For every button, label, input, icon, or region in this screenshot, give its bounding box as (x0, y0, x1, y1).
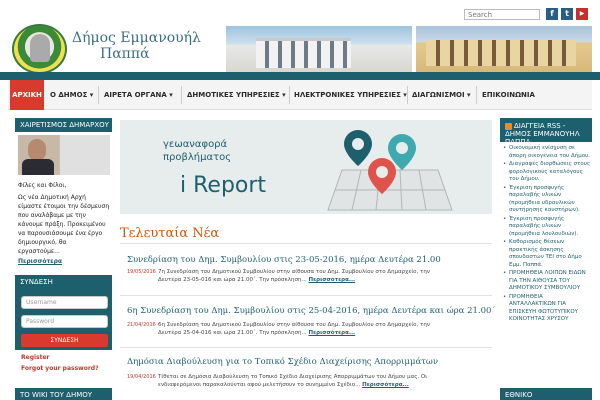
rss-item[interactable]: Καθορισμός θέσεων πρακτικής άσκησης σπου… (503, 239, 591, 269)
mayor-greeting-text: Φίλες και Φίλοι, Ως νέα Δημοτική Αρχή εί… (18, 181, 110, 266)
login-heading: ΣΥΝΔΕΣΗ (15, 275, 112, 289)
rss-item[interactable]: Έγκριση προσφυγής παραλαβής υλικών (προμ… (503, 216, 591, 239)
nav-separator (407, 86, 408, 104)
divider (120, 243, 492, 244)
nav-contact[interactable]: ΕΠΙΚΟΙΝΩΝΙΑ (482, 80, 535, 110)
nav-separator (476, 86, 477, 104)
nav-municipality[interactable]: Ο ΔΗΜΟΣ ▾ (50, 80, 93, 110)
banner-subtitle-line2: προβλήματος (163, 152, 232, 163)
password-input[interactable]: Password (21, 315, 108, 328)
map-pins-icon (327, 130, 453, 211)
mayor-greeting-body: Ως νέα Δημοτική Αρχή είμαστε έτοιμοι την… (18, 194, 110, 255)
divider (120, 347, 492, 348)
nav-separator (289, 86, 290, 104)
wiki-heading: ΤΟ WIKI ΤΟΥ ΔΗΜΟΥ (15, 388, 112, 400)
username-input[interactable]: Username (21, 296, 108, 309)
news-item-body: Τίθεται σε Δημόσια Διαβούλευση το Τοπικό… (158, 373, 454, 389)
nav-home[interactable]: ΑΡΧΙΚΗ (10, 80, 44, 110)
rss-item[interactable]: ΠΡΟΜΗΘΕΙΑ ΛΟΙΠΩΝ ΕΙΔΩΝ ΓΙΑ ΤΗΝ ΑΙΘΟΥΣΑ Τ… (503, 270, 591, 293)
rss-item[interactable]: Έγκριση προσφυγής παραλαβής υλικών (προμ… (503, 185, 591, 215)
latest-news-heading: Τελευταία Νέα (120, 226, 220, 241)
rss-heading-text: ΔΙΑΓΓΕΙΑ RSS - ΔΗΜΟΣ ΕΜΜΑΝΟΥΗΛ ΠΑΠΠΑ (505, 122, 580, 142)
news-more-link[interactable]: Περισσότερα... (309, 330, 356, 336)
header-photo-school (226, 26, 412, 72)
banner-subtitle: γεωαναφορά προβλήματος (163, 138, 231, 164)
facebook-icon[interactable]: f (546, 8, 558, 20)
site-title[interactable]: Δήμος Εμμανουήλ Παππά (72, 30, 201, 62)
nav-e-services[interactable]: ΗΛΕΚΤΡΟΝΙΚΕΣ ΥΠΗΡΕΣΙΕΣ ▾ (294, 80, 407, 110)
mayor-greeting-salutation: Φίλες και Φίλοι, (18, 182, 67, 189)
municipality-logo[interactable] (12, 24, 67, 74)
news-item-date: 19/04/2016 (127, 374, 156, 380)
nav-separator (98, 86, 99, 104)
news-item-body-text: 6η Συνεδρίαση του Δημοτικού Συμβουλίου σ… (158, 322, 430, 336)
register-link[interactable]: Register (21, 354, 50, 361)
mayor-more-link[interactable]: Περισσότερα (18, 257, 110, 266)
nav-separator (181, 86, 182, 104)
rss-list: Οικονομική ενίσχυση σε άπορη οικογένεια … (503, 145, 591, 325)
news-more-link[interactable]: Περισσότερα... (309, 277, 356, 283)
nav-municipal-services[interactable]: ΔΗΜΟΤΙΚΕΣ ΥΠΗΡΕΣΙΕΣ ▾ (187, 80, 286, 110)
news-item-title[interactable]: 6η Συνεδρίαση του Δημ. Συμβουλίου στις 2… (127, 306, 496, 316)
news-item-body-text: 7η Συνεδρίαση του Δημοτικού Συμβουλίου σ… (158, 269, 430, 283)
rss-item[interactable]: ΠΡΟΜΗΘΕΙΑ ΑΝΤΑΛΛΑΚΤΙΚΩΝ ΓΙΑ ΕΠΙΣΚΕΥΗ ΦΩΤ… (503, 294, 591, 324)
news-item-date: 21/04/2016 (127, 322, 156, 328)
rss-icon (505, 122, 512, 130)
login-button[interactable]: ΣΥΝΔΕΣΗ (21, 334, 108, 347)
news-more-link[interactable]: Περισσότερα... (362, 382, 409, 388)
rss-item[interactable]: Διαγραφές διορθώσεις στους φορολογικούς … (503, 161, 591, 184)
ethniko-heading: ΕΘΝΙΚΟ (500, 388, 592, 400)
site-title-line1: Δήμος Εμμανουήλ (72, 30, 201, 46)
site-title-line2: Παππά (100, 46, 150, 62)
twitter-icon[interactable]: t (561, 8, 573, 20)
news-item-body: 6η Συνεδρίαση του Δημοτικού Συμβουλίου σ… (158, 321, 454, 337)
mayor-greeting-heading: ΧΑΙΡΕΤΙΣΜΟΣ ΔΗΜΑΡΧΟΥ (15, 118, 112, 132)
main-nav: ΑΡΧΙΚΗ Ο ΔΗΜΟΣ ▾ ΑΙΡΕΤΑ ΟΡΓΑΝΑ ▾ ΔΗΜΟΤΙΚ… (8, 80, 592, 110)
news-item-date: 19/05/2016 (127, 269, 156, 275)
header-band (0, 72, 600, 80)
rss-heading: ΔΙΑΓΓΕΙΑ RSS - ΔΗΜΟΣ ΕΜΜΑΝΟΥΗΛ ΠΑΠΠΑ (500, 118, 592, 142)
search-input[interactable] (464, 9, 540, 20)
youtube-icon[interactable]: ▶ (576, 8, 588, 20)
header-photo-townhall (416, 26, 592, 72)
nav-elected-bodies[interactable]: ΑΙΡΕΤΑ ΟΡΓΑΝΑ ▾ (104, 80, 173, 110)
news-item-title[interactable]: Δημόσια Διαβούλευση για το Τοπικό Σχέδιο… (127, 357, 438, 367)
divider (120, 295, 492, 296)
rss-item[interactable]: Οικονομική ενίσχυση σε άπορη οικογένεια … (503, 145, 591, 160)
ireport-banner[interactable] (120, 120, 492, 214)
banner-brand: i Report (180, 173, 267, 198)
mayor-photo (18, 135, 110, 175)
news-item-title[interactable]: Συνεδρίαση του Δημ. Συμβουλίου στις 23-0… (127, 255, 441, 265)
forgot-password-link[interactable]: Forgot your password? (21, 365, 99, 372)
nav-tenders[interactable]: ΔΙΑΓΩΝΙΣΜΟΙ ▾ (412, 80, 471, 110)
banner-subtitle-line1: γεωαναφορά (163, 139, 228, 150)
news-item-body: 7η Συνεδρίαση του Δημοτικού Συμβουλίου σ… (158, 268, 454, 284)
